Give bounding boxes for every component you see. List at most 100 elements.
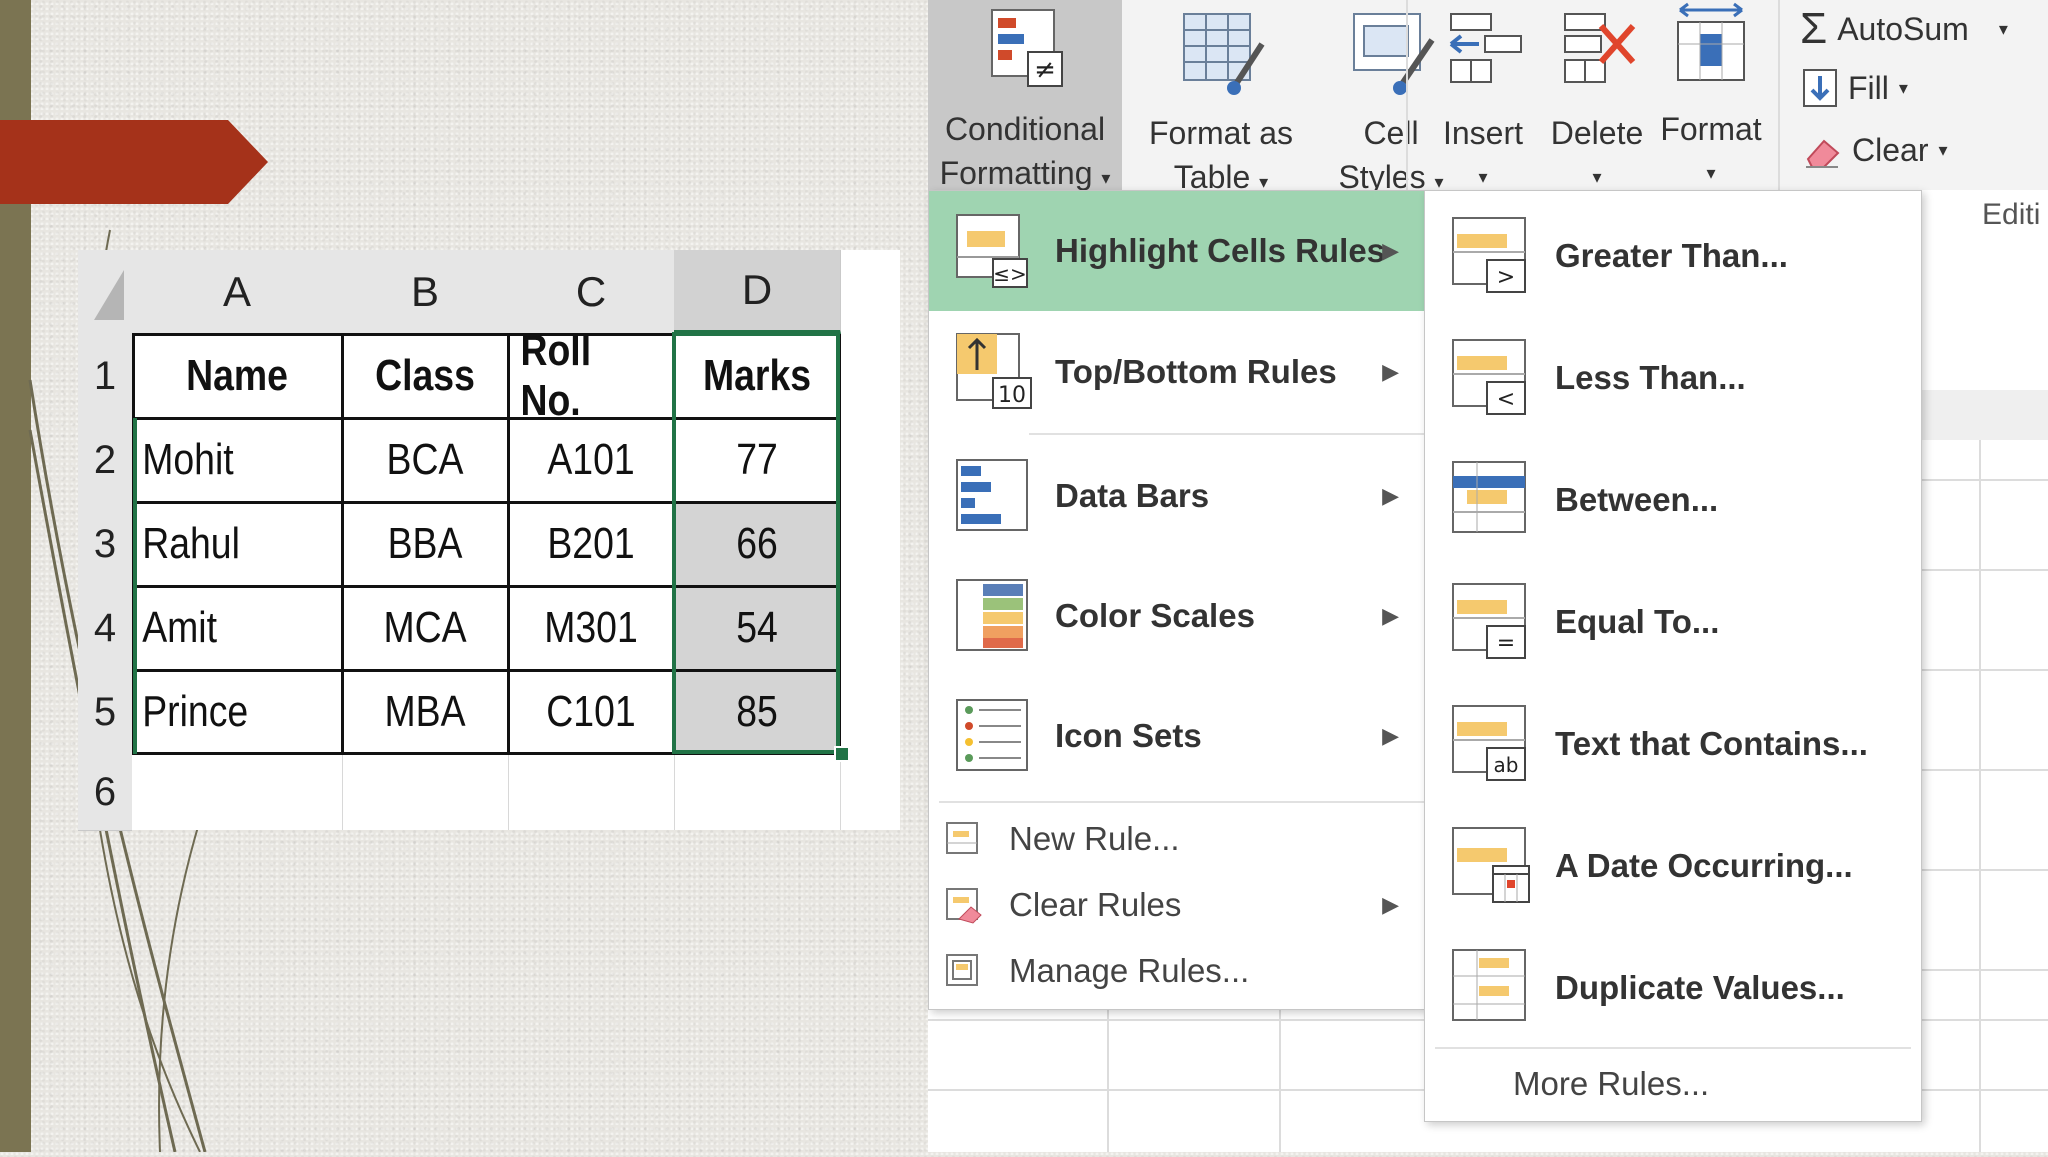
submenu-item-less-than[interactable]: < Less Than... <box>1425 319 1921 437</box>
submenu-item-label: A Date Occurring... <box>1555 847 1853 884</box>
dropdown-caret-icon: ▾ <box>1938 140 1948 160</box>
svg-text:ab: ab <box>1494 753 1519 777</box>
submenu-item-equal-to[interactable]: = Equal To... <box>1425 563 1921 681</box>
submenu-item-text-contains[interactable]: ab Text that Contains... <box>1425 685 1921 803</box>
cell-c1[interactable]: Roll No. <box>520 326 661 425</box>
submenu-item-between[interactable]: Between... <box>1425 441 1921 559</box>
menu-item-data-bars[interactable]: Data Bars ▶ <box>929 437 1425 555</box>
cell-b3[interactable]: BBA <box>354 502 495 586</box>
highlight-cells-submenu: > Greater Than... < Less Than... Between… <box>1424 190 1922 1122</box>
format-cells-icon <box>1677 2 1745 81</box>
cell-c4[interactable]: M301 <box>520 586 661 670</box>
manage-rules-icon <box>946 954 978 986</box>
cell-b5[interactable]: MBA <box>354 670 495 754</box>
submenu-item-label: Between... <box>1555 481 1719 518</box>
border <box>341 334 344 754</box>
column-header-b[interactable]: B <box>342 250 509 334</box>
ribbon: Conditional Formatting ▾ ≠ Format as Tab… <box>928 0 2048 195</box>
format-label: Format <box>1660 111 1762 147</box>
menu-separator <box>1435 1047 1911 1049</box>
cell-a3[interactable]: Rahul <box>132 502 311 586</box>
clear-label: Clear <box>1852 132 1929 168</box>
submenu-item-more-rules[interactable]: More Rules... <box>1425 1051 1921 1117</box>
date-occurring-icon <box>1452 827 1530 903</box>
greater-than-icon: > <box>1452 217 1526 293</box>
selection-left-edge <box>133 418 137 754</box>
cell-a4[interactable]: Amit <box>132 586 311 670</box>
editing-group-label: Editi <box>1982 198 2041 231</box>
submenu-arrow-icon: ▶ <box>1382 238 1399 263</box>
submenu-item-label: Less Than... <box>1555 359 1746 396</box>
menu-item-clear-rules[interactable]: Clear Rules ▶ <box>929 873 1425 937</box>
row-header-3[interactable]: 3 <box>78 502 132 587</box>
column-header-d[interactable]: D <box>674 250 841 334</box>
submenu-arrow-icon: ▶ <box>1382 483 1399 508</box>
insert-label: Insert <box>1442 115 1524 151</box>
row-header-2[interactable]: 2 <box>78 418 132 503</box>
menu-item-icon-sets[interactable]: Icon Sets ▶ <box>929 677 1425 795</box>
autosum-button[interactable]: Σ AutoSum ▾ <box>1800 4 2008 54</box>
menu-item-label: Manage Rules... <box>1009 952 1250 989</box>
format-as-table-icon <box>1183 13 1265 95</box>
menu-item-highlight-cells-rules[interactable]: ≤> Highlight Cells Rules ▶ <box>929 191 1425 311</box>
red-arrow-shape <box>0 120 268 204</box>
menu-separator <box>939 801 1425 803</box>
menu-item-label: Icon Sets <box>1055 717 1202 754</box>
dropdown-caret-icon: ▾ <box>1259 172 1269 192</box>
clear-button[interactable]: Clear ▾ <box>1802 132 1948 169</box>
cell-a2[interactable]: Mohit <box>132 418 311 502</box>
svg-text:10: 10 <box>998 383 1026 408</box>
autosum-label: AutoSum <box>1837 10 1969 47</box>
fill-button[interactable]: Fill ▾ <box>1802 68 1908 108</box>
cell-c5[interactable]: C101 <box>520 670 661 754</box>
submenu-item-label: Equal To... <box>1555 603 1720 640</box>
menu-item-label: Color Scales <box>1055 597 1255 634</box>
cell-b2[interactable]: BCA <box>354 418 495 502</box>
submenu-arrow-icon: ▶ <box>1382 603 1399 628</box>
column-header-a[interactable]: A <box>132 250 343 334</box>
cell-b1[interactable]: Class <box>354 334 495 418</box>
row-header-4[interactable]: 4 <box>78 586 132 671</box>
dropdown-caret-icon: ▾ <box>1998 18 2008 39</box>
submenu-item-greater-than[interactable]: > Greater Than... <box>1425 197 1921 315</box>
submenu-item-date-occurring[interactable]: A Date Occurring... <box>1425 807 1921 925</box>
format-as-table-button[interactable]: Format as Table ▾ <box>1126 0 1316 195</box>
menu-item-color-scales[interactable]: Color Scales ▶ <box>929 557 1425 675</box>
ribbon-separator <box>1778 0 1780 190</box>
cell-a5[interactable]: Prince <box>132 670 311 754</box>
conditional-formatting-menu: ≤> Highlight Cells Rules ▶ 10 Top/Bottom… <box>928 190 1426 1010</box>
less-than-icon: < <box>1452 339 1526 415</box>
menu-item-label: Clear Rules <box>1009 886 1182 923</box>
fill-handle[interactable] <box>834 746 850 762</box>
svg-text:≠: ≠ <box>1034 55 1056 85</box>
svg-text:>: > <box>1497 265 1515 290</box>
cell-a1[interactable]: Name <box>148 334 327 418</box>
menu-item-new-rule[interactable]: New Rule... <box>929 807 1425 871</box>
insert-button[interactable]: Insert ▾ <box>1428 0 1538 190</box>
delete-button[interactable]: Delete ▾ <box>1542 0 1652 190</box>
delete-label: Delete <box>1550 115 1644 151</box>
dropdown-caret-icon: ▾ <box>1101 168 1111 188</box>
submenu-item-label: Greater Than... <box>1555 237 1788 274</box>
gridline <box>508 754 509 830</box>
dropdown-caret-icon: ▾ <box>1898 77 1908 98</box>
fill-down-icon <box>1803 69 1837 107</box>
format-as-table-label-1: Format as <box>1148 115 1294 151</box>
row-header-1[interactable]: 1 <box>78 334 132 419</box>
row-header-6[interactable]: 6 <box>78 754 132 831</box>
select-all-corner[interactable] <box>78 250 132 334</box>
menu-separator <box>1029 433 1425 435</box>
menu-item-top-bottom-rules[interactable]: 10 Top/Bottom Rules ▶ <box>929 313 1425 431</box>
duplicate-values-icon <box>1452 949 1526 1021</box>
cell-b4[interactable]: MCA <box>354 586 495 670</box>
color-scales-icon <box>956 579 1028 651</box>
submenu-item-duplicate-values[interactable]: Duplicate Values... <box>1425 929 1921 1047</box>
menu-item-manage-rules[interactable]: Manage Rules... <box>929 939 1425 1003</box>
cell-c2[interactable]: A101 <box>520 418 661 502</box>
gridline <box>342 754 343 830</box>
cell-c3[interactable]: B201 <box>520 502 661 586</box>
format-button[interactable]: Format ▾ <box>1656 0 1766 190</box>
column-header-c[interactable]: C <box>508 250 675 334</box>
row-header-5[interactable]: 5 <box>78 670 132 755</box>
svg-text:=: = <box>1497 631 1515 656</box>
